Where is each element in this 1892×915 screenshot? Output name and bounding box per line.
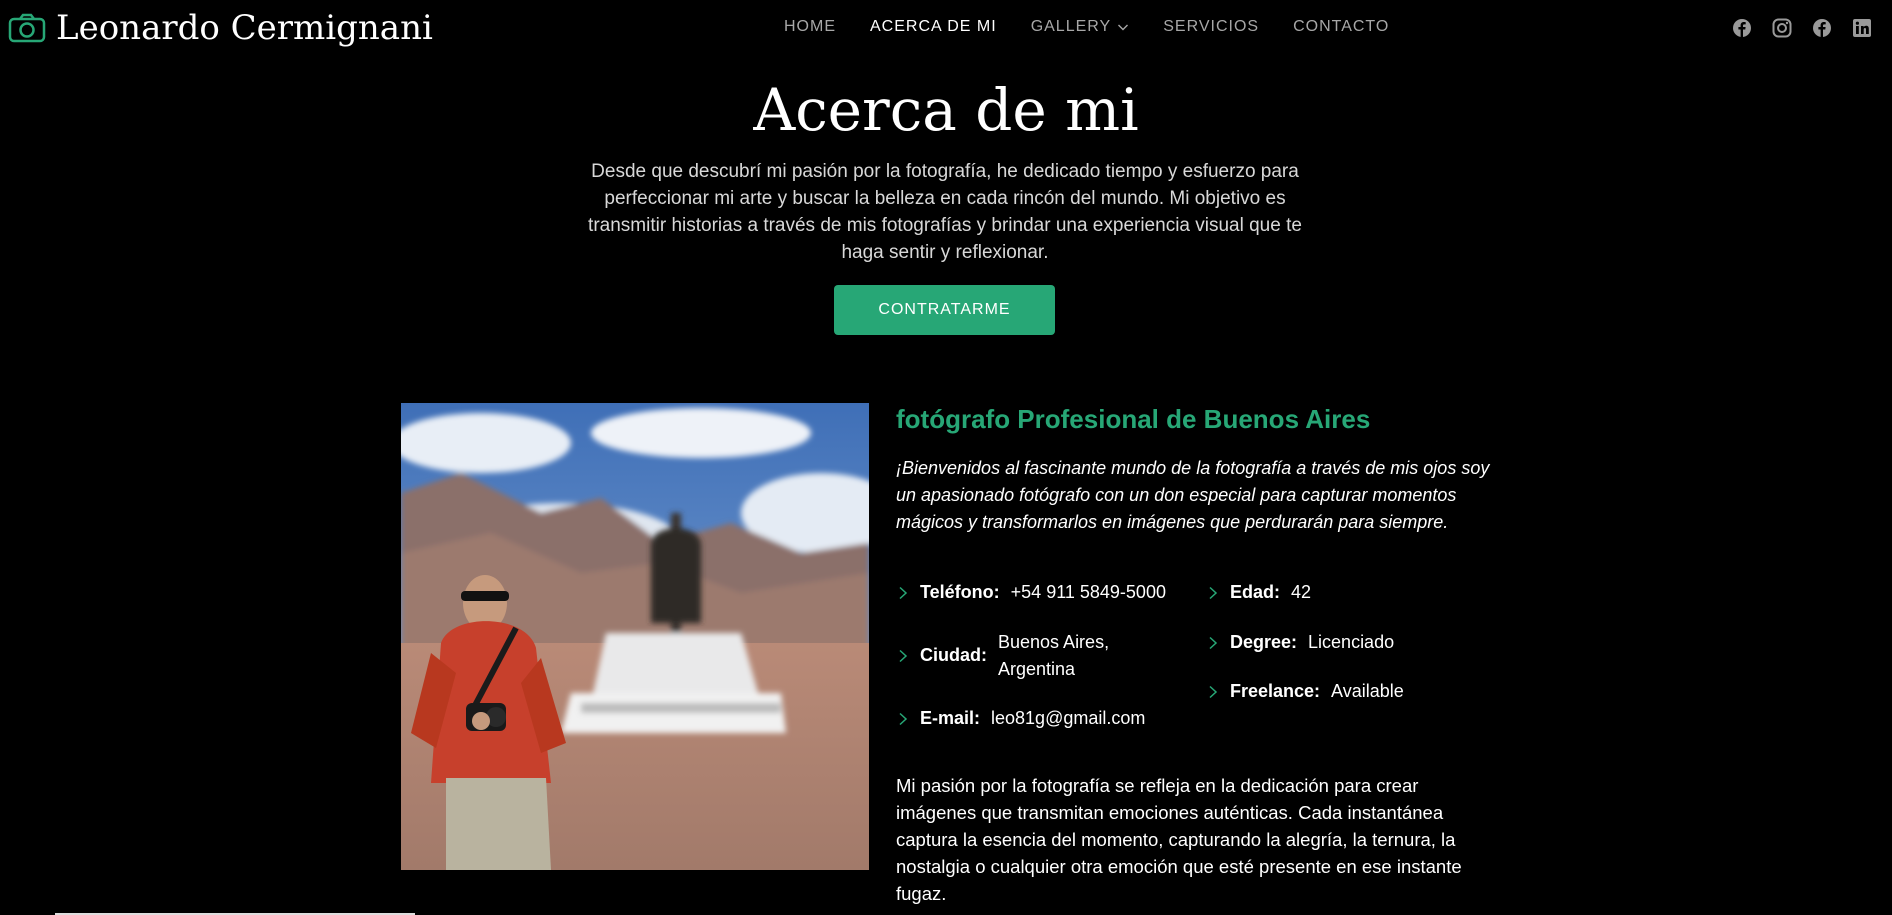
hero-description: Desde que descubrí mi pasión por la foto…: [588, 161, 1302, 263]
about-info: fotógrafo Profesional de Buenos Aires ¡B…: [896, 403, 1496, 904]
detail-freelance: Freelance: Available: [1206, 678, 1404, 705]
nav-contacto[interactable]: CONTACTO: [1293, 16, 1389, 38]
detail-label: Teléfono:: [920, 582, 1000, 602]
detail-value: leo81g@gmail.com: [991, 708, 1146, 728]
nav-acerca-de-mi[interactable]: ACERCA DE MI: [870, 16, 997, 38]
chevron-right-icon: [899, 712, 908, 726]
site-title: Leonardo Cermignani: [56, 8, 433, 48]
page-title: Acerca de mi: [753, 76, 1139, 144]
detail-value-line: Argentina: [998, 659, 1076, 679]
about-paragraph: Mi pasión por la fotografía se refleja e…: [896, 775, 1462, 904]
chevron-right-icon: [899, 649, 908, 663]
social-links: [1732, 18, 1872, 38]
detail-label: Freelance:: [1230, 681, 1321, 701]
chevron-right-icon: [1209, 685, 1218, 699]
nav-acerca-label: ACERCA DE MI: [870, 18, 997, 35]
chevron-right-icon: [1209, 586, 1218, 600]
detail-degree: Degree: Licenciado: [1206, 629, 1394, 656]
camera-icon: [8, 13, 46, 43]
detail-email: E-mail: leo81g@gmail.com: [896, 705, 1145, 732]
nav-gallery-label: GALLERY: [1030, 18, 1112, 35]
contratarme-button[interactable]: CONTRATARME: [834, 285, 1055, 335]
detail-label: E-mail:: [920, 708, 981, 728]
detail-value: +54 911 5849-5000: [1010, 582, 1166, 602]
about-title: fotógrafo Profesional de Buenos Aires: [896, 404, 1371, 434]
instagram-icon[interactable]: [1772, 18, 1792, 38]
nav-servicios[interactable]: SERVICIOS: [1163, 16, 1259, 38]
facebook-icon[interactable]: [1812, 18, 1832, 38]
profile-photo: [401, 403, 869, 870]
detail-value: Buenos Aires, Argentina: [998, 629, 1109, 683]
detail-label: Degree:: [1230, 632, 1298, 652]
detail-value: Available: [1331, 681, 1404, 701]
details-list: Teléfono: +54 911 5849-5000 Ciudad: Buen…: [896, 579, 1496, 749]
detail-edad: Edad: 42: [1206, 579, 1311, 606]
nav-servicios-label: SERVICIOS: [1163, 18, 1260, 35]
detail-value: Licenciado: [1308, 632, 1395, 652]
photographer-photo-illustration: [401, 403, 869, 870]
detail-ciudad: Ciudad: Buenos Aires, Argentina: [896, 629, 1109, 683]
about-intro: ¡Bienvenidos al fascinante mundo de la f…: [896, 458, 1490, 532]
site-header: Leonardo Cermignani HOME ACERCA DE MI GA…: [0, 0, 1892, 56]
chevron-right-icon: [899, 586, 908, 600]
chevron-down-icon: [1118, 24, 1129, 31]
main-nav: HOME ACERCA DE MI GALLERY SERVICIOS CONT…: [784, 16, 1423, 38]
detail-label: Edad:: [1230, 582, 1281, 602]
detail-label: Ciudad:: [920, 645, 987, 665]
nav-home-label: HOME: [784, 18, 836, 35]
detail-value-line: Buenos Aires,: [998, 632, 1110, 652]
facebook-icon[interactable]: [1732, 18, 1752, 38]
detail-telefono: Teléfono: +54 911 5849-5000: [896, 579, 1166, 606]
detail-value: 42: [1291, 582, 1312, 602]
chevron-right-icon: [1209, 636, 1218, 650]
nav-gallery[interactable]: GALLERY: [1031, 16, 1130, 38]
nav-home[interactable]: HOME: [784, 16, 836, 38]
nav-contacto-label: CONTACTO: [1293, 18, 1390, 35]
site-logo[interactable]: Leonardo Cermignani: [8, 4, 433, 52]
linkedin-icon[interactable]: [1852, 18, 1872, 38]
